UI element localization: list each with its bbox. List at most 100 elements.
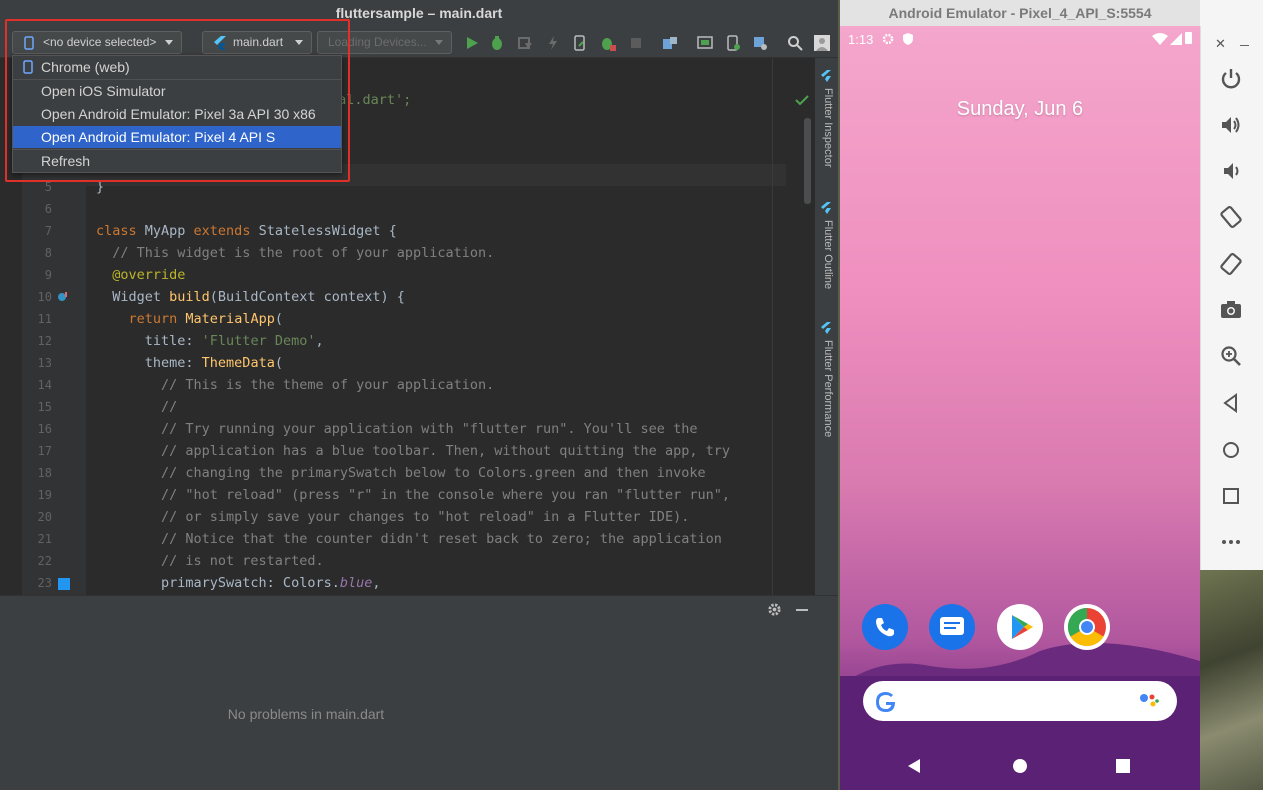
signal-icon xyxy=(1170,33,1182,45)
search-icon[interactable] xyxy=(787,35,803,51)
overview-nav-icon[interactable] xyxy=(1116,759,1130,773)
line-number: 9 xyxy=(44,268,52,282)
code-line-9[interactable]: @override xyxy=(96,264,185,286)
line-number: 10 xyxy=(37,290,52,304)
chevron-down-icon xyxy=(435,40,443,45)
code-line-20[interactable]: // or simply save your changes to "hot r… xyxy=(96,506,689,528)
messages-app-icon[interactable] xyxy=(929,604,975,650)
run-icon[interactable] xyxy=(464,35,480,51)
avd-manager-icon[interactable] xyxy=(725,35,741,51)
code-line-14[interactable]: // This is the theme of your application… xyxy=(96,374,494,396)
hot-reload-icon[interactable] xyxy=(545,35,561,51)
code-line-12[interactable]: title: 'Flutter Demo', xyxy=(96,330,324,352)
wifi-icon xyxy=(1152,33,1168,45)
phone-app-icon[interactable] xyxy=(862,604,908,650)
emulator-screen[interactable]: 1:13 Sunday, Jun 6 xyxy=(840,26,1200,790)
volume-up-icon[interactable] xyxy=(1219,113,1243,137)
emulator-window-title: Android Emulator - Pixel_4_API_S:5554 xyxy=(840,0,1200,26)
code-line-15[interactable]: // xyxy=(96,396,177,418)
sdk-manager-icon[interactable] xyxy=(697,35,713,51)
right-margin-guide xyxy=(772,58,773,595)
gear-icon[interactable] xyxy=(767,602,782,617)
chrome-app-icon[interactable] xyxy=(1064,604,1110,650)
code-line-8[interactable]: // This widget is the root of your appli… xyxy=(96,242,494,264)
desktop-wallpaper xyxy=(1200,570,1263,790)
lockscreen-date: Sunday, Jun 6 xyxy=(956,98,1084,120)
volume-down-icon[interactable] xyxy=(1219,159,1243,183)
attach-device-icon[interactable] xyxy=(572,35,588,51)
line-number: 6 xyxy=(44,202,52,216)
code-line-18[interactable]: // changing the primarySwatch below to C… xyxy=(96,462,706,484)
zoom-icon[interactable] xyxy=(1219,344,1243,368)
line-number: 18 xyxy=(37,466,52,480)
ide-window: fluttersample – main.dart <no device sel… xyxy=(0,0,838,790)
back-icon[interactable] xyxy=(1219,391,1243,415)
emulator-panel-top xyxy=(1200,0,1263,26)
project-structure-icon[interactable] xyxy=(662,35,678,51)
problems-message: No problems in main.dart xyxy=(227,706,385,722)
line-number: 19 xyxy=(37,488,52,502)
color-swatch[interactable] xyxy=(58,578,70,590)
line-number: 11 xyxy=(37,312,52,326)
check-icon xyxy=(795,95,809,106)
home-icon[interactable] xyxy=(1219,438,1243,462)
code-line-17[interactable]: // application has a blue toolbar. Then,… xyxy=(96,440,730,462)
play-store-app-icon[interactable] xyxy=(997,604,1043,650)
annotation-highlight-box xyxy=(5,19,350,182)
line-number: 13 xyxy=(37,356,52,370)
code-line-13[interactable]: theme: ThemeData( xyxy=(96,352,283,374)
rotate-left-icon[interactable] xyxy=(1219,205,1243,229)
stop-icon[interactable] xyxy=(628,35,644,51)
rotate-right-icon[interactable] xyxy=(1219,252,1243,276)
flutter-icon xyxy=(821,70,831,82)
debug-icon[interactable] xyxy=(489,35,505,51)
attach-debugger-icon[interactable] xyxy=(600,35,616,51)
code-line-23[interactable]: primarySwatch: Colors.blue, xyxy=(96,572,380,594)
avatar-icon[interactable] xyxy=(814,35,830,51)
line-number: 16 xyxy=(37,422,52,436)
status-time: 1:13 xyxy=(848,32,874,47)
more-icon[interactable] xyxy=(1219,530,1243,554)
battery-icon xyxy=(1185,32,1192,44)
editor-scrollbar[interactable] xyxy=(804,118,811,204)
google-icon xyxy=(876,692,895,712)
line-number: 12 xyxy=(37,334,52,348)
code-line-7[interactable]: class MyApp extends StatelessWidget { xyxy=(96,220,397,242)
override-marker-icon xyxy=(58,292,67,301)
tab-flutter-outline[interactable]: Flutter Outline xyxy=(820,220,834,289)
coverage-icon[interactable] xyxy=(517,35,533,51)
line-number: 17 xyxy=(37,444,52,458)
tab-flutter-performance[interactable]: Flutter Performance xyxy=(820,340,834,437)
code-line-21[interactable]: // Notice that the counter didn't reset … xyxy=(96,528,722,550)
line-number: 8 xyxy=(44,246,52,260)
line-number: 21 xyxy=(37,532,52,546)
code-line-19[interactable]: // "hot reload" (press "r" in the consol… xyxy=(96,484,730,506)
tab-flutter-inspector[interactable]: Flutter Inspector xyxy=(820,88,834,167)
line-number: 7 xyxy=(44,224,52,238)
settings-icon xyxy=(882,33,894,45)
line-number: 22 xyxy=(37,554,52,568)
back-nav-icon[interactable] xyxy=(906,758,922,774)
code-line-11[interactable]: return MaterialApp( xyxy=(96,308,283,330)
close-icon[interactable]: ✕ xyxy=(1215,36,1226,52)
flutter-icon xyxy=(821,322,831,334)
device-file-explorer-icon[interactable] xyxy=(752,35,768,51)
problems-panel: No problems in main.dart xyxy=(0,595,838,790)
flutter-tool-sidebar: Flutter Inspector Flutter Outline Flutte… xyxy=(815,58,838,595)
minimize-icon[interactable] xyxy=(1240,45,1249,46)
line-number: 20 xyxy=(37,510,52,524)
shield-icon xyxy=(903,33,913,45)
google-search-bar[interactable] xyxy=(863,681,1177,721)
overview-icon[interactable] xyxy=(1219,484,1243,508)
line-number: 14 xyxy=(37,378,52,392)
assistant-icon[interactable] xyxy=(1139,692,1159,710)
power-icon[interactable] xyxy=(1219,67,1243,91)
code-line-22[interactable]: // is not restarted. xyxy=(96,550,324,572)
camera-icon[interactable] xyxy=(1219,298,1243,322)
code-line-16[interactable]: // Try running your application with "fl… xyxy=(96,418,697,440)
minimize-icon[interactable] xyxy=(796,609,808,611)
home-nav-icon[interactable] xyxy=(1013,759,1027,773)
line-number: 15 xyxy=(37,400,52,414)
code-line-10[interactable]: Widget build(BuildContext context) { xyxy=(96,286,405,308)
line-number: 23 xyxy=(37,576,52,590)
